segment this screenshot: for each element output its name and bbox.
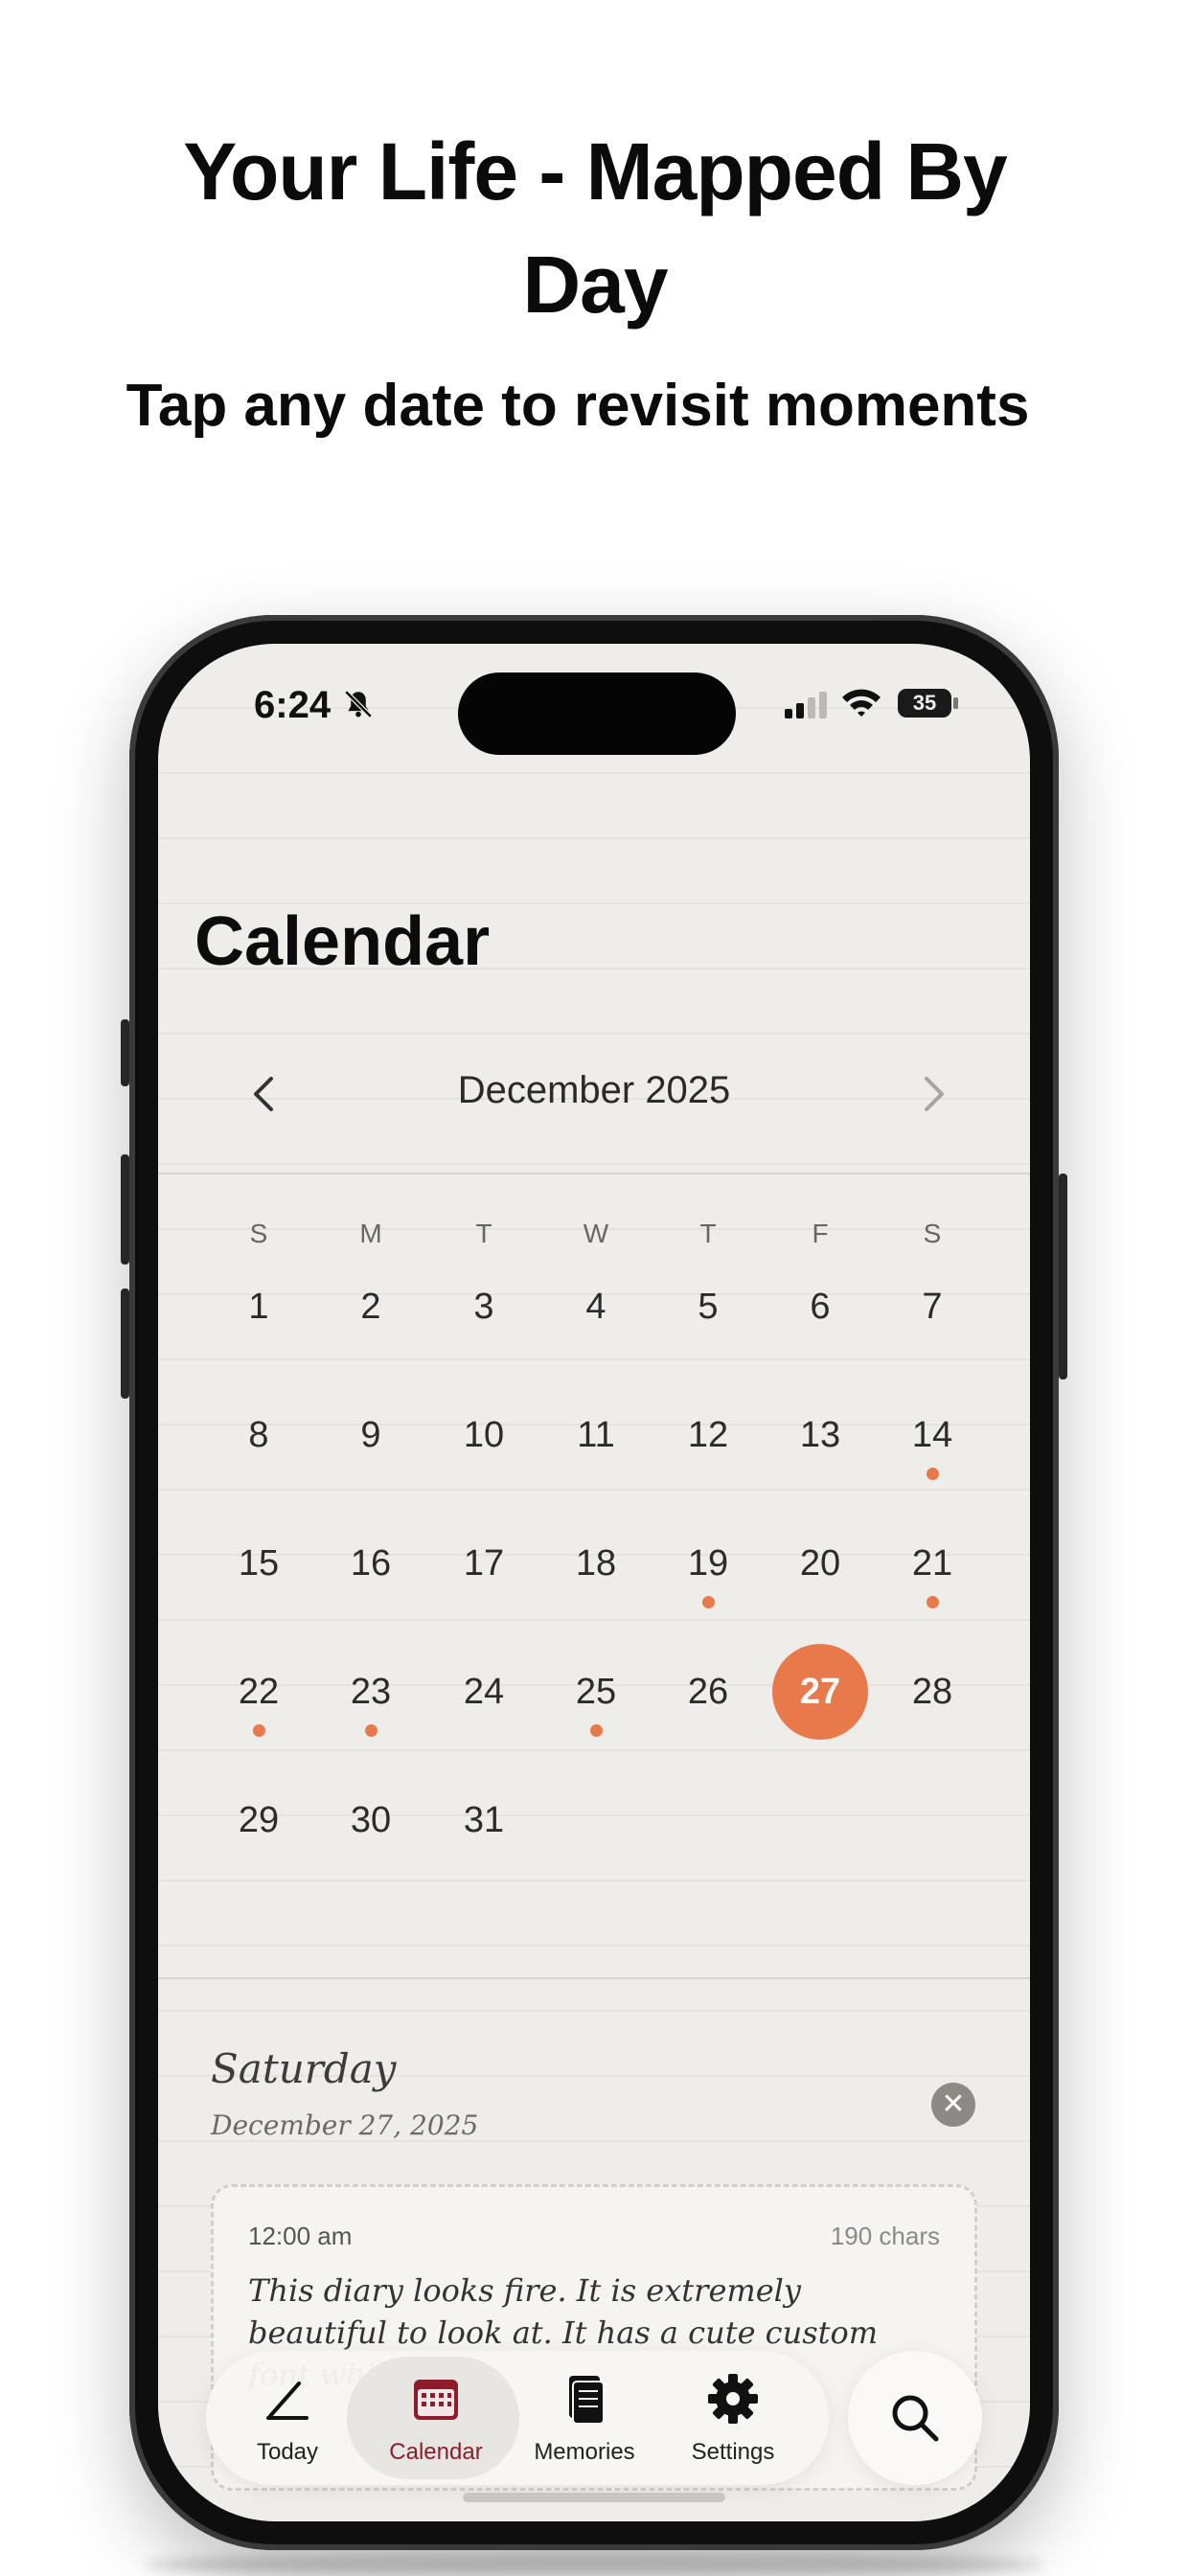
close-icon: ✕ — [941, 2088, 966, 2120]
gear-icon — [708, 2374, 758, 2424]
calendar-day[interactable]: 20 — [772, 1516, 868, 1611]
entry-indicator-dot — [927, 1596, 939, 1608]
promo-headline-line2: Day — [522, 239, 668, 330]
battery-tip — [953, 697, 958, 709]
calendar-day[interactable]: 13 — [772, 1387, 868, 1483]
wifi-icon — [842, 689, 881, 717]
volume-down-button — [121, 1288, 129, 1399]
calendar-day[interactable]: 30 — [323, 1772, 419, 1868]
calendar-day[interactable]: 12 — [660, 1387, 756, 1483]
phone-frame: 6:24 35 Calendar December 2025 S M T W T… — [129, 615, 1059, 2550]
weekday-label: M — [359, 1219, 382, 1248]
calendar-day[interactable]: 7 — [884, 1259, 980, 1355]
tab-label-settings: Settings — [691, 2439, 775, 2465]
calendar-day[interactable]: 1 — [211, 1259, 307, 1355]
promo-headline: Your Life - Mapped By Day — [0, 115, 1190, 341]
tab-settings[interactable]: Settings — [661, 2351, 805, 2485]
tab-today[interactable]: Today — [216, 2351, 359, 2485]
calendar-day[interactable]: 16 — [323, 1516, 419, 1611]
book-icon — [569, 2376, 605, 2425]
home-indicator — [463, 2493, 725, 2502]
tab-memories[interactable]: Memories — [513, 2351, 656, 2485]
tab-bar: Today Calendar Memories Settings — [206, 2351, 829, 2485]
calendar-day[interactable]: 9 — [323, 1387, 419, 1483]
month-navigator: December 2025 — [158, 1065, 1030, 1123]
battery-indicator: 35 — [898, 689, 951, 718]
search-icon — [892, 2395, 939, 2442]
search-button[interactable] — [848, 2351, 982, 2485]
power-button — [1059, 1174, 1067, 1379]
month-label: December 2025 — [457, 1069, 731, 1111]
entry-date: December 27, 2025 — [211, 2109, 479, 2141]
entry-indicator-dot — [927, 1468, 939, 1480]
entry-indicator-dot — [365, 1724, 378, 1737]
tab-label-today: Today — [256, 2439, 319, 2465]
calendar-day[interactable]: 24 — [436, 1644, 532, 1740]
phone-screen: 6:24 35 Calendar December 2025 S M T W T… — [158, 644, 1030, 2521]
entry-indicator-dot — [702, 1596, 715, 1608]
chevron-right-icon[interactable] — [915, 1065, 953, 1123]
volume-up-button — [121, 1154, 129, 1265]
entry-indicator-dot — [253, 1724, 265, 1737]
weekday-label: T — [475, 1219, 492, 1248]
tab-label-memories: Memories — [534, 2439, 635, 2465]
calendar-day[interactable]: 3 — [436, 1259, 532, 1355]
entry-weekday: Saturday — [211, 2045, 397, 2092]
page-title: Calendar — [195, 903, 491, 980]
cellular-signal-icon — [785, 692, 827, 718]
weekday-label: T — [699, 1219, 717, 1248]
calendar-bottom-divider — [158, 1977, 1030, 1979]
weekday-label: F — [812, 1219, 829, 1248]
calendar-day[interactable]: 6 — [772, 1259, 868, 1355]
calendar-day[interactable]: 11 — [548, 1387, 644, 1483]
promo-headline-line1: Your Life - Mapped By — [183, 126, 1007, 217]
calendar-day[interactable]: 31 — [436, 1772, 532, 1868]
calendar-day[interactable]: 5 — [660, 1259, 756, 1355]
weekday-label: W — [583, 1219, 609, 1248]
phone-shadow — [144, 2553, 1044, 2576]
tab-calendar[interactable]: Calendar — [347, 2351, 519, 2485]
entry-time: 12:00 am — [248, 2222, 353, 2250]
calendar-top-divider — [158, 1173, 1030, 1174]
calendar-day[interactable]: 8 — [211, 1387, 307, 1483]
promo-subheadline: Tap any date to revisit moments — [126, 373, 1030, 439]
tab-label-calendar: Calendar — [389, 2439, 483, 2465]
status-time: 6:24 — [254, 684, 332, 726]
entry-char-count: 190 chars — [830, 2222, 940, 2250]
calendar-day[interactable]: 2 — [323, 1259, 419, 1355]
calendar-day[interactable]: 28 — [884, 1644, 980, 1740]
bell-slash-icon — [344, 690, 373, 718]
entry-indicator-dot — [590, 1724, 603, 1737]
pencil-icon — [266, 2382, 309, 2420]
calendar-day[interactable]: 17 — [436, 1516, 532, 1611]
weekday-label: S — [923, 1219, 942, 1248]
weekday-label: S — [249, 1219, 268, 1248]
calendar-day[interactable]: 18 — [548, 1516, 644, 1611]
calendar-day[interactable]: 29 — [211, 1772, 307, 1868]
dynamic-island — [458, 672, 736, 755]
calendar-day-selected[interactable]: 27 — [772, 1644, 868, 1740]
calendar-icon — [414, 2380, 458, 2420]
calendar-day[interactable]: 10 — [436, 1387, 532, 1483]
close-button[interactable]: ✕ — [931, 2083, 975, 2127]
calendar-day[interactable]: 26 — [660, 1644, 756, 1740]
mute-switch — [121, 1019, 129, 1086]
calendar-day[interactable]: 15 — [211, 1516, 307, 1611]
calendar-day[interactable]: 4 — [548, 1259, 644, 1355]
